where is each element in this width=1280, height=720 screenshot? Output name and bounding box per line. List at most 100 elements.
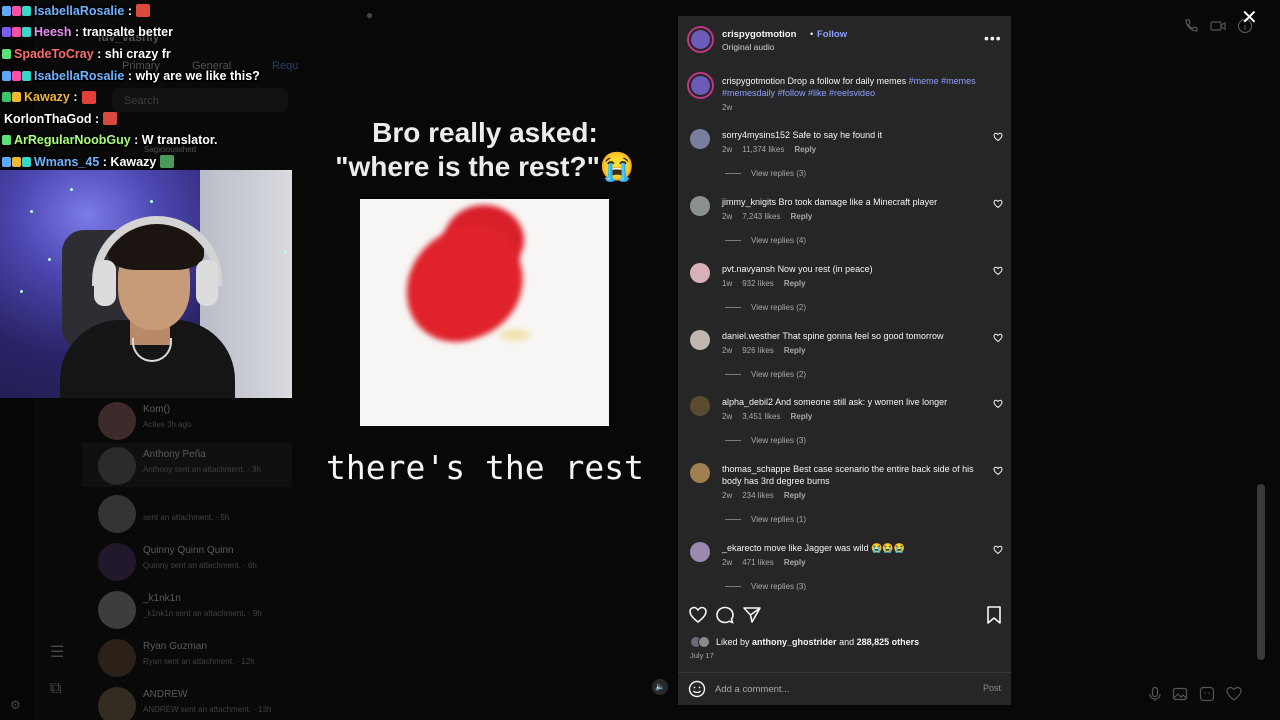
heart-react-icon[interactable] (1226, 686, 1242, 702)
view-replies-button[interactable]: View replies (4) (725, 236, 806, 245)
comment-like-heart-icon[interactable] (993, 466, 1003, 476)
chat-emote-icon (135, 4, 150, 18)
caption-timestamp: 2w (722, 103, 733, 112)
caption-avatar[interactable] (687, 72, 714, 99)
chat-badge-icon (2, 5, 11, 16)
microphone-icon[interactable] (1147, 686, 1163, 702)
save-bookmark-icon[interactable] (984, 605, 1004, 625)
chat-message: Kawazy : (2, 86, 292, 108)
author-username[interactable]: crispygotmotion (722, 29, 796, 40)
commenter-username[interactable]: sorry4mysins152 (722, 130, 790, 140)
view-replies-button[interactable]: View replies (2) (725, 370, 806, 379)
comment-bubble-icon[interactable] (715, 605, 735, 625)
commenter-avatar[interactable] (690, 463, 710, 483)
comment-likes[interactable]: 471 likes (742, 558, 774, 567)
comment-time: 2w (722, 212, 733, 221)
comment-like-heart-icon[interactable] (993, 333, 1003, 343)
comment-likes[interactable]: 926 likes (742, 346, 774, 355)
phone-call-icon[interactable] (1183, 18, 1199, 34)
reply-button[interactable]: Reply (790, 212, 812, 221)
chat-badge-icon (2, 156, 11, 167)
comment-text: Safe to say he found it (792, 130, 883, 140)
commenter-username[interactable]: daniel.westher (722, 331, 780, 341)
comment-like-heart-icon[interactable] (993, 399, 1003, 409)
post-comment-button[interactable]: Post (983, 683, 1001, 693)
chat-message: SpadeToCray : shi crazy fr (2, 43, 292, 65)
commenter-avatar[interactable] (690, 196, 710, 216)
comment-like-heart-icon[interactable] (993, 132, 1003, 142)
emoji-picker-icon[interactable] (688, 680, 706, 698)
liked-by-user[interactable]: anthony_ghostrider (752, 637, 837, 647)
author-avatar[interactable] (687, 26, 714, 53)
commenter-username[interactable]: jimmy_knigits (722, 197, 776, 207)
reply-button[interactable]: Reply (784, 279, 806, 288)
view-replies-button[interactable]: View replies (2) (725, 303, 806, 312)
comment-like-heart-icon[interactable] (993, 199, 1003, 209)
commenter-avatar[interactable] (690, 396, 710, 416)
view-replies-button[interactable]: View replies (1) (725, 515, 806, 524)
comment-like-heart-icon[interactable] (993, 266, 1003, 276)
liked-by-count[interactable]: 288,825 others (857, 637, 920, 647)
chat-message-text: : W translator. (134, 133, 218, 148)
comment-body: sorry4mysins152 Safe to say he found it (722, 129, 984, 141)
commenter-username[interactable]: alpha_debil2 (722, 397, 773, 407)
streamer-webcam (0, 170, 292, 398)
view-replies-button[interactable]: View replies (3) (725, 169, 806, 178)
page-scrollbar[interactable] (1257, 484, 1265, 660)
close-modal-button[interactable]: ✕ (1241, 8, 1258, 28)
chat-username: Heesh (34, 25, 72, 40)
more-options-button[interactable]: ••• (984, 30, 1002, 46)
commenter-username[interactable]: thomas_schappe (722, 464, 791, 474)
mute-toggle-button[interactable]: 🔈 (652, 679, 668, 695)
comment-item: _ekarecto move like Jagger was wild 😭😭😭 2… (678, 542, 1011, 606)
chat-message: ArRegularNoobGuy : W translator. (2, 130, 292, 152)
chat-username: ArRegularNoobGuy (14, 133, 131, 148)
video-call-icon[interactable] (1210, 18, 1226, 34)
comment-body: thomas_schappe Best case scenario the en… (722, 463, 984, 487)
chat-badge-icon (22, 156, 31, 167)
comment-likes[interactable]: 11,374 likes (742, 145, 784, 154)
commenter-avatar[interactable] (690, 330, 710, 350)
follow-button[interactable]: Follow (817, 29, 847, 40)
chat-badge-icon (12, 27, 21, 38)
sticker-icon[interactable] (1199, 686, 1215, 702)
comment-like-heart-icon[interactable] (993, 545, 1003, 555)
share-send-icon[interactable] (742, 605, 762, 625)
reply-button[interactable]: Reply (784, 491, 806, 500)
comment-likes[interactable]: 234 likes (742, 491, 774, 500)
comment-meta: 2w 926 likes Reply (722, 346, 816, 355)
view-replies-button[interactable]: View replies (3) (725, 582, 806, 591)
reply-button[interactable]: Reply (784, 558, 806, 567)
reply-button[interactable]: Reply (790, 412, 812, 421)
chat-username: Wmans_45 (34, 154, 100, 169)
comment-item: daniel.westher That spine gonna feel so … (678, 330, 1011, 394)
caption-username[interactable]: crispygotmotion (722, 76, 785, 86)
commenter-avatar[interactable] (690, 263, 710, 283)
chat-badge-icon (2, 70, 11, 81)
chat-username: IsabellaRosalie (34, 3, 125, 18)
comment-input[interactable] (715, 681, 965, 697)
comment-item: jimmy_knigits Bro took damage like a Min… (678, 196, 1011, 260)
chat-emote-icon (103, 112, 118, 126)
comment-likes[interactable]: 932 likes (742, 279, 774, 288)
reply-button[interactable]: Reply (794, 145, 816, 154)
chat-username: Kawazy (24, 90, 70, 105)
reply-button[interactable]: Reply (784, 346, 806, 355)
comment-body: alpha_debil2 And someone still ask: y wo… (722, 396, 984, 408)
comment-likes[interactable]: 3,451 likes (742, 412, 780, 421)
commenter-avatar[interactable] (690, 542, 710, 562)
image-upload-icon[interactable] (1172, 686, 1188, 702)
view-replies-button[interactable]: View replies (3) (725, 436, 806, 445)
chat-badge-icon (2, 27, 11, 38)
commenter-username[interactable]: _ekarecto (722, 543, 762, 553)
comment-time: 1w (722, 279, 733, 288)
audio-label[interactable]: Original audio (722, 42, 774, 52)
liked-by-summary[interactable]: Liked by anthony_ghostrider and 288,825 … (716, 637, 919, 647)
reel-video-frame[interactable] (360, 199, 609, 426)
chat-message: Heesh : transalte better (2, 22, 292, 44)
comment-likes[interactable]: 7,243 likes (742, 212, 780, 221)
commenter-avatar[interactable] (690, 129, 710, 149)
header-separator: • (810, 29, 814, 40)
like-heart-icon[interactable] (688, 605, 708, 625)
commenter-username[interactable]: pvt.navyansh (722, 264, 775, 274)
